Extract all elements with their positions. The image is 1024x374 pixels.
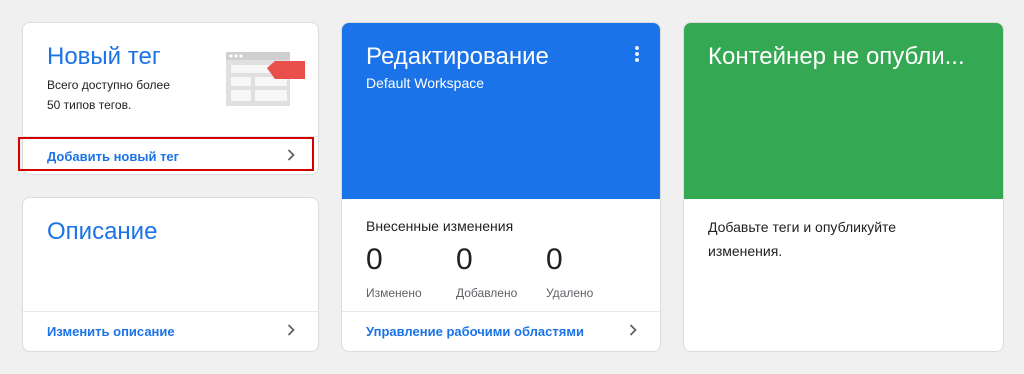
new-tag-description-line2: 50 типов тегов. [47, 98, 132, 112]
edit-description-link[interactable]: Изменить описание [23, 311, 318, 351]
deleted-label: Удалено [546, 286, 594, 300]
workspace-subtitle: Default Workspace [366, 75, 485, 91]
tag-template-icon [223, 49, 307, 109]
workspace-header: Редактирование Default Workspace [342, 23, 660, 199]
manage-workspaces-label: Управление рабочими областями [366, 324, 584, 339]
added-label: Добавлено [456, 286, 518, 300]
new-tag-description: Всего доступно более 50 типов тегов. [47, 75, 170, 115]
description-title: Описание [47, 218, 158, 245]
container-header: Контейнер не опубли... [684, 23, 1003, 199]
chevron-right-icon [284, 323, 298, 337]
container-status-card: Контейнер не опубли... Добавьте теги и о… [683, 22, 1004, 352]
add-new-tag-label: Добавить новый тег [47, 149, 180, 164]
workspace-title: Редактирование [366, 43, 549, 70]
changes-title: Внесенные изменения [366, 218, 514, 234]
chevron-right-icon [284, 148, 298, 162]
new-tag-title: Новый тег [47, 43, 161, 70]
manage-workspaces-link[interactable]: Управление рабочими областями [342, 311, 660, 351]
description-card: Описание Изменить описание [22, 197, 319, 352]
modified-label: Изменено [366, 286, 422, 300]
new-tag-description-line1: Всего доступно более [47, 78, 170, 92]
more-vert-icon[interactable] [634, 45, 640, 63]
add-new-tag-link[interactable]: Добавить новый тег [23, 136, 318, 174]
container-title: Контейнер не опубли... [708, 43, 965, 70]
container-message-line1: Добавьте теги и опубликуйте [708, 219, 897, 235]
container-message: Добавьте теги и опубликуйте изменения. [708, 215, 896, 263]
added-count: 0 [456, 243, 473, 276]
workspace-card: Редактирование Default Workspace Внесенн… [341, 22, 661, 352]
chevron-right-icon [626, 323, 640, 337]
deleted-count: 0 [546, 243, 563, 276]
new-tag-card: Новый тег Всего доступно более 50 типов … [22, 22, 319, 175]
edit-description-label: Изменить описание [47, 324, 175, 339]
modified-count: 0 [366, 243, 383, 276]
container-message-line2: изменения. [708, 243, 783, 259]
